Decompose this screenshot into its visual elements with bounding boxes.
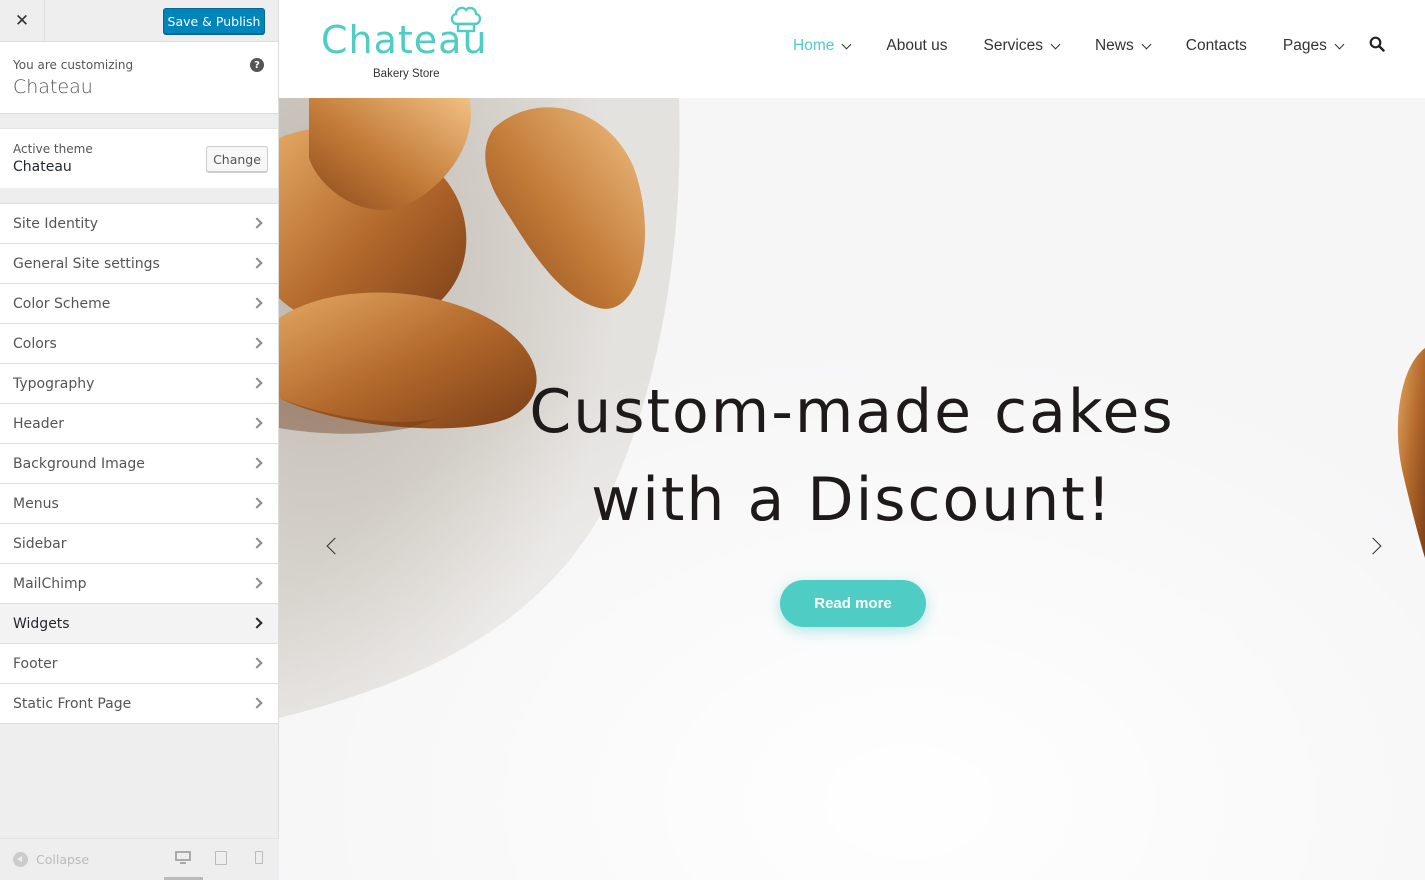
close-icon[interactable]: ✕ bbox=[0, 0, 45, 41]
active-theme-section: Active theme Chateau Change bbox=[0, 128, 278, 188]
chevron-right-icon bbox=[251, 697, 263, 709]
chevron-right-icon bbox=[251, 257, 263, 269]
chevron-right-icon bbox=[251, 457, 263, 469]
panel-label: Color Scheme bbox=[13, 295, 111, 312]
change-theme-button[interactable]: Change bbox=[206, 146, 268, 172]
nav-label: Services bbox=[983, 37, 1043, 54]
nav-item-pages[interactable]: Pages bbox=[1282, 37, 1345, 55]
nav-item-services[interactable]: Services bbox=[983, 37, 1061, 55]
read-more-button[interactable]: Read more bbox=[780, 580, 926, 627]
panel-label: Colors bbox=[13, 335, 57, 352]
chevron-right-icon bbox=[251, 337, 263, 349]
nav-label: News bbox=[1094, 37, 1134, 54]
panel-label: Static Front Page bbox=[13, 695, 132, 712]
site-header: Chateau Bakery Store Home About us Servi… bbox=[279, 0, 1425, 98]
panel-label: MailChimp bbox=[13, 575, 87, 592]
chevron-right-icon bbox=[251, 577, 263, 589]
panel-label: Footer bbox=[13, 655, 58, 672]
site-logo[interactable]: Chateau Bakery Store bbox=[321, 6, 491, 88]
chevron-right-icon bbox=[251, 497, 263, 509]
panel-header[interactable]: Header bbox=[0, 404, 278, 444]
panel-menus[interactable]: Menus bbox=[0, 484, 278, 524]
nav-label: Contacts bbox=[1185, 37, 1247, 54]
hero-title-line-2: with a Discount! bbox=[591, 465, 1113, 535]
panel-label: Menus bbox=[13, 495, 59, 512]
collapse-icon bbox=[13, 852, 28, 867]
chevron-right-icon bbox=[251, 617, 263, 629]
panel-typography[interactable]: Typography bbox=[0, 364, 278, 404]
nav-item-news[interactable]: News bbox=[1094, 37, 1152, 55]
panel-label: Typography bbox=[13, 375, 95, 392]
chevron-right-icon bbox=[251, 297, 263, 309]
customizing-label: You are customizing bbox=[13, 58, 134, 72]
site-name: Chateau bbox=[13, 76, 93, 98]
panel-label: Sidebar bbox=[13, 535, 67, 552]
customizer-header: ✕ Save & Publish bbox=[0, 0, 278, 42]
panel-sidebar[interactable]: Sidebar bbox=[0, 524, 278, 564]
hero-title-line-1: Custom-made cakes bbox=[529, 377, 1175, 447]
panel-color-scheme[interactable]: Color Scheme bbox=[0, 284, 278, 324]
save-publish-button[interactable]: Save & Publish bbox=[163, 8, 265, 34]
customizer-panels: Site Identity General Site settings Colo… bbox=[0, 203, 278, 724]
panel-mailchimp[interactable]: MailChimp bbox=[0, 564, 278, 604]
hero-title: Custom-made cakes with a Discount! bbox=[279, 368, 1425, 544]
panel-widgets[interactable]: Widgets bbox=[0, 604, 278, 644]
nav-item-contacts[interactable]: Contacts bbox=[1186, 37, 1247, 55]
hero-slider: Custom-made cakes with a Discount! Read … bbox=[279, 98, 1425, 880]
customizer-footer: Collapse bbox=[0, 838, 279, 880]
chevron-right-icon bbox=[251, 657, 263, 669]
panel-background-image[interactable]: Background Image bbox=[0, 444, 278, 484]
chevron-right-icon bbox=[251, 417, 263, 429]
search-icon[interactable] bbox=[1369, 36, 1385, 52]
site-tagline: Bakery Store bbox=[373, 68, 440, 80]
nav-item-home[interactable]: Home bbox=[793, 37, 852, 55]
panel-label: Site Identity bbox=[13, 215, 98, 232]
panel-label: General Site settings bbox=[13, 255, 160, 272]
panel-site-identity[interactable]: Site Identity bbox=[0, 204, 278, 244]
nav-item-about-us[interactable]: About us bbox=[886, 37, 947, 55]
main-navigation: Home About us Services News Contacts Pag… bbox=[793, 36, 1379, 56]
chevron-down-icon bbox=[841, 39, 852, 49]
nav-label: Pages bbox=[1282, 37, 1327, 54]
panel-static-front-page[interactable]: Static Front Page bbox=[0, 684, 278, 724]
panel-label: Background Image bbox=[13, 455, 145, 472]
customizer-sidebar: ✕ Save & Publish You are customizing Cha… bbox=[0, 0, 279, 880]
help-icon[interactable]: ? bbox=[250, 58, 264, 72]
panel-label: Widgets bbox=[13, 615, 70, 632]
chevron-down-icon bbox=[1334, 39, 1345, 49]
chevron-right-icon bbox=[251, 537, 263, 549]
desktop-preview-icon[interactable] bbox=[175, 851, 191, 865]
panel-label: Header bbox=[13, 415, 64, 432]
chevron-right-icon bbox=[251, 217, 263, 229]
chevron-right-icon bbox=[251, 377, 263, 389]
nav-label: About us bbox=[886, 37, 948, 54]
site-preview: Chateau Bakery Store Home About us Servi… bbox=[279, 0, 1425, 880]
chef-hat-icon bbox=[450, 6, 482, 33]
panel-footer[interactable]: Footer bbox=[0, 644, 278, 684]
chevron-down-icon bbox=[1141, 39, 1152, 49]
collapse-button[interactable]: Collapse bbox=[13, 852, 89, 867]
collapse-label: Collapse bbox=[36, 852, 90, 867]
panel-general-site-settings[interactable]: General Site settings bbox=[0, 244, 278, 284]
chevron-down-icon bbox=[1050, 39, 1061, 49]
panel-colors[interactable]: Colors bbox=[0, 324, 278, 364]
mobile-preview-icon[interactable] bbox=[255, 851, 263, 864]
tablet-preview-icon[interactable] bbox=[215, 851, 227, 865]
nav-label: Home bbox=[793, 37, 835, 54]
customizing-info: You are customizing Chateau ? bbox=[0, 42, 278, 114]
